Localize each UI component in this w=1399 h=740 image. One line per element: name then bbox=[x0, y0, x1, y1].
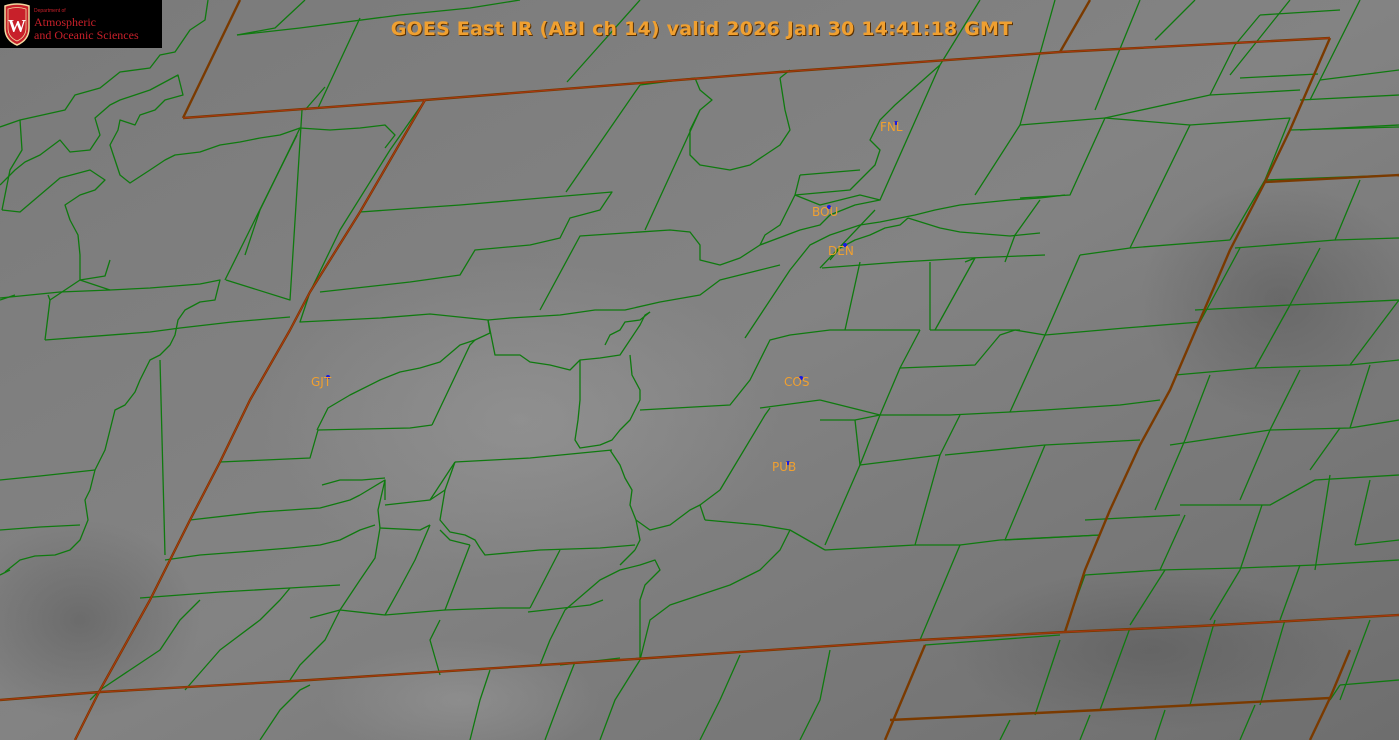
station-cos[interactable]: COS bbox=[784, 375, 809, 389]
cloud-texture bbox=[260, 260, 780, 580]
page-title: GOES East IR (ABI ch 14) valid 2026 Jan … bbox=[390, 18, 1013, 40]
station-label: COS bbox=[784, 375, 809, 389]
station-bou[interactable]: BOU bbox=[812, 205, 838, 219]
station-label: GJT bbox=[311, 375, 332, 389]
station-gjt[interactable]: GJT bbox=[311, 375, 332, 389]
station-label: DEN bbox=[828, 244, 854, 258]
station-den[interactable]: DEN bbox=[828, 243, 854, 258]
station-label: FNL bbox=[880, 120, 903, 134]
station-fnl[interactable]: FNL bbox=[880, 120, 903, 134]
station-label: PUB bbox=[772, 460, 796, 474]
satellite-map: FNL BOU DEN GJT COS PUB bbox=[0, 0, 1399, 740]
logo-department: Department of bbox=[34, 8, 66, 14]
station-pub[interactable]: PUB bbox=[772, 460, 796, 474]
station-label: BOU bbox=[812, 205, 838, 219]
